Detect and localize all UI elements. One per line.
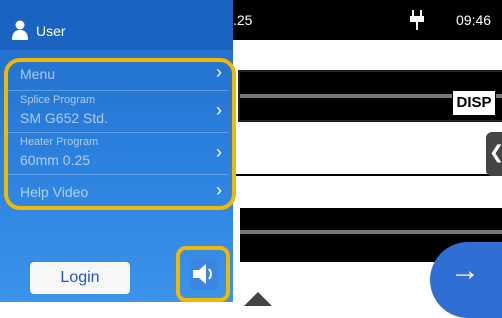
arrow-right-icon: → [450, 254, 480, 287]
sound-highlight-frame [176, 246, 230, 302]
user-label: User [36, 23, 66, 39]
speaker-icon [193, 264, 212, 284]
login-button[interactable]: Login [30, 262, 130, 294]
chevron-left-icon: ❮ [489, 142, 502, 162]
next-button[interactable]: → [430, 242, 502, 318]
plug-icon [410, 10, 424, 30]
side-menu-panel: User Menu › Splice Program SM G652 Std. … [0, 0, 236, 302]
panel-header: User [0, 0, 233, 50]
sound-button[interactable] [190, 258, 218, 290]
menu-highlight-frame [4, 58, 236, 210]
disp-button[interactable]: DISP [452, 90, 496, 116]
program-fragment: .25 [233, 12, 253, 28]
center-line [230, 174, 502, 176]
clock: 09:46 [456, 12, 492, 28]
user-icon [12, 20, 28, 40]
side-tab-button[interactable]: ❮ [486, 132, 502, 176]
triangle-up-icon[interactable] [244, 292, 272, 306]
